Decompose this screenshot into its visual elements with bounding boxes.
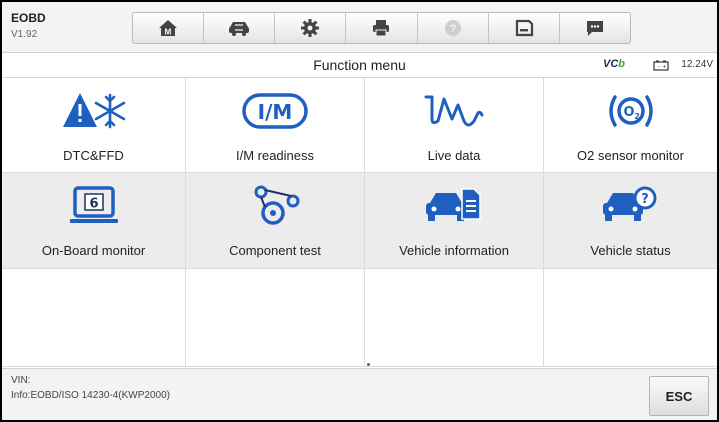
battery-voltage: 12.24V bbox=[681, 59, 713, 70]
vehicle-status-icon: ? bbox=[602, 186, 656, 221]
message-icon bbox=[586, 21, 603, 36]
menu-empty-cell bbox=[2, 269, 186, 367]
footer-bar: VIN: Info:EOBD/ISO 14230-4(KWP2000) ESC bbox=[2, 368, 717, 420]
menu-empty-cell bbox=[365, 269, 544, 367]
app-name: EOBD bbox=[11, 11, 46, 25]
protocol-info: Info:EOBD/ISO 14230-4(KWP2000) bbox=[11, 390, 170, 401]
svg-text:+: + bbox=[663, 65, 667, 71]
esc-button[interactable]: ESC bbox=[649, 376, 709, 416]
dtc-warning-snowflake-icon bbox=[62, 93, 125, 129]
vehicle-swap-icon bbox=[229, 22, 250, 36]
menu-item-component-test[interactable]: Component test bbox=[186, 173, 365, 269]
app-version: V1.92 bbox=[11, 29, 38, 40]
save-button[interactable] bbox=[489, 13, 560, 43]
svg-text:2: 2 bbox=[634, 112, 640, 121]
menu-item-im-readiness[interactable]: I/M I/M readiness bbox=[186, 78, 365, 173]
menu-item-label: Vehicle information bbox=[399, 243, 509, 258]
onboard-monitor-badge: 6 bbox=[89, 197, 98, 212]
battery-icon: - + bbox=[653, 60, 669, 71]
vci-label: VC bbox=[602, 58, 619, 70]
menu-item-label: Vehicle status bbox=[590, 243, 671, 258]
menu-item-label: O2 sensor monitor bbox=[577, 148, 684, 163]
menu-item-vehicle-information[interactable]: Vehicle information bbox=[365, 173, 544, 269]
onboard-monitor-icon: 6 bbox=[69, 186, 118, 223]
svg-text:I/M: I/M bbox=[258, 100, 293, 124]
live-data-graph-icon bbox=[424, 95, 484, 127]
help-icon: ? bbox=[444, 20, 461, 36]
save-icon bbox=[515, 19, 533, 37]
component-test-belt-icon bbox=[254, 185, 300, 225]
menu-item-label: I/M readiness bbox=[235, 148, 315, 163]
svg-text:?: ? bbox=[449, 23, 456, 35]
toolbar: M ? bbox=[132, 12, 631, 44]
menu-item-o2-sensor-monitor[interactable]: O 2 O2 sensor monitor bbox=[544, 78, 717, 173]
menu-item-label: Live data bbox=[427, 148, 481, 163]
menu-item-vehicle-status[interactable]: ? Vehicle status bbox=[544, 173, 717, 269]
menu-item-label: On-Board monitor bbox=[41, 243, 146, 258]
o2-sensor-icon: O 2 bbox=[608, 95, 653, 127]
print-button[interactable] bbox=[346, 13, 418, 43]
home-button[interactable]: M bbox=[133, 13, 205, 43]
print-icon bbox=[373, 20, 390, 37]
menu-item-label: Component test bbox=[229, 243, 321, 258]
svg-text:?: ? bbox=[641, 192, 649, 207]
menu-empty-cell bbox=[544, 269, 717, 367]
menu-item-onboard-monitor[interactable]: 6 On-Board monitor bbox=[2, 173, 186, 269]
menu-item-dtc-ffd[interactable]: DTC&FFD bbox=[2, 78, 186, 173]
svg-text:-: - bbox=[658, 65, 660, 71]
top-bar: EOBD V1.92 M ? bbox=[2, 2, 717, 53]
menu-item-label: DTC&FFD bbox=[63, 148, 124, 163]
settings-button[interactable] bbox=[275, 13, 347, 43]
home-icon: M bbox=[159, 20, 178, 37]
vin-label: VIN: bbox=[11, 375, 31, 386]
vehicle-swap-button[interactable] bbox=[204, 13, 276, 43]
function-menu-grid: DTC&FFD I/M I/M readiness Live data O 2 … bbox=[2, 78, 717, 367]
page-indicator-dot bbox=[367, 363, 370, 366]
im-readiness-icon: I/M bbox=[242, 93, 308, 129]
settings-gear-icon bbox=[301, 19, 320, 37]
menu-item-live-data[interactable]: Live data bbox=[365, 78, 544, 173]
home-letter: M bbox=[165, 28, 172, 37]
menu-empty-cell bbox=[186, 269, 365, 367]
svg-text:O: O bbox=[623, 105, 634, 120]
app-window: EOBD V1.92 M ? Function menu VCb - + 12.… bbox=[0, 0, 719, 422]
help-button[interactable]: ? bbox=[418, 13, 489, 43]
title-bar: Function menu VCb - + 12.24V bbox=[2, 53, 717, 78]
vehicle-information-icon bbox=[426, 188, 481, 221]
vci-status: VCb bbox=[603, 58, 625, 70]
vci-accent: b bbox=[618, 58, 625, 70]
message-button[interactable] bbox=[560, 13, 630, 43]
